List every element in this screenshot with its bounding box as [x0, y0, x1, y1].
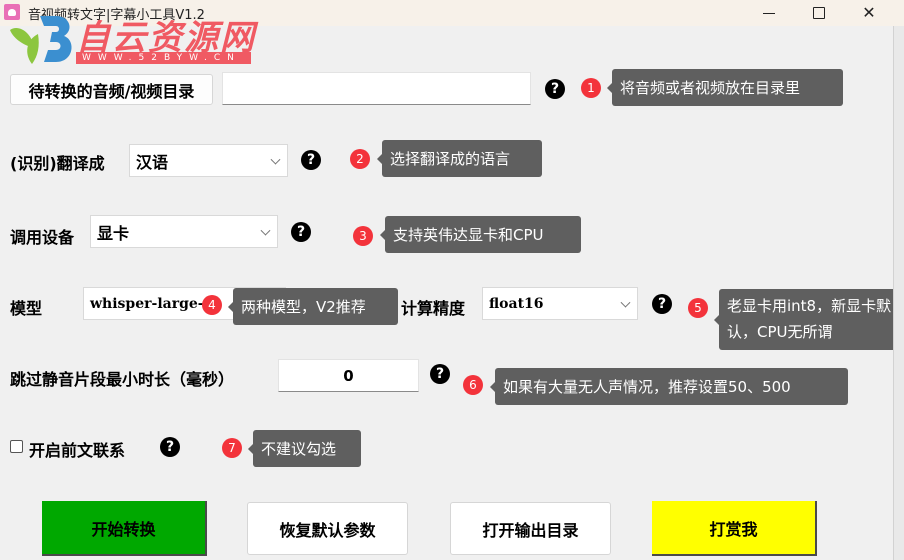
minimize-icon [763, 12, 775, 14]
select-directory-button[interactable]: 待转换的音频/视频目录 [10, 74, 213, 105]
chevron-down-icon [260, 225, 271, 236]
chevron-down-icon [620, 297, 631, 308]
device-value: 显卡 [97, 223, 130, 243]
watermark-logo-icon [10, 16, 72, 64]
annotation-badge-5: 5 [688, 298, 708, 318]
maximize-icon [813, 7, 825, 19]
watermark-url: WWW.52BYW.CN [76, 52, 251, 64]
annotation-badge-3: 3 [353, 226, 373, 246]
translate-language-value: 汉语 [136, 152, 169, 172]
start-convert-button[interactable]: 开始转换 [42, 501, 207, 556]
context-checkbox[interactable] [10, 440, 23, 453]
context-label[interactable]: 开启前文联系 [29, 437, 125, 461]
help-icon-context[interactable]: ? [160, 437, 180, 457]
translate-language-select[interactable]: 汉语 [129, 144, 288, 177]
reset-defaults-button[interactable]: 恢复默认参数 [247, 502, 408, 555]
chevron-down-icon [270, 154, 281, 165]
annotation-tooltip-4: 两种模型，V2推荐 [233, 288, 398, 325]
translate-label: (识别)翻译成 [10, 154, 105, 173]
maximize-button[interactable] [796, 0, 842, 26]
annotation-tooltip-1: 将音频或者视频放在目录里 [612, 69, 843, 106]
annotation-badge-6: 6 [463, 375, 483, 395]
model-label: 模型 [10, 299, 43, 318]
annotation-tooltip-5: 老显卡用int8，新显卡默认，CPU无所谓 [719, 289, 902, 350]
help-icon-translate[interactable]: ? [301, 150, 321, 170]
annotation-tooltip-6: 如果有大量无人声情况，推荐设置50、500 [495, 368, 848, 405]
window-edge [893, 26, 904, 560]
device-select[interactable]: 显卡 [90, 215, 278, 248]
annotation-badge-4: 4 [202, 295, 222, 315]
annotation-badge-7: 7 [222, 438, 242, 458]
close-button[interactable]: ✕ [846, 0, 892, 26]
donate-button[interactable]: 打赏我 [652, 501, 817, 556]
help-icon-precision[interactable]: ? [652, 294, 672, 314]
silence-duration-label: 跳过静音片段最小时长（毫秒） [10, 370, 235, 389]
open-output-dir-button[interactable]: 打开输出目录 [450, 502, 611, 555]
annotation-tooltip-3: 支持英伟达显卡和CPU [385, 216, 581, 253]
annotation-tooltip-2: 选择翻译成的语言 [382, 140, 542, 177]
annotation-badge-2: 2 [350, 149, 370, 169]
silence-duration-input[interactable] [278, 359, 419, 392]
directory-input[interactable] [222, 72, 531, 105]
precision-select[interactable]: float16 [482, 287, 638, 320]
help-icon-device[interactable]: ? [291, 222, 311, 242]
close-icon: ✕ [862, 3, 876, 22]
precision-value: float16 [489, 295, 544, 312]
annotation-badge-1: 1 [581, 78, 601, 98]
annotation-tooltip-7: 不建议勾选 [253, 430, 361, 467]
minimize-button[interactable] [746, 0, 792, 26]
device-label: 调用设备 [10, 228, 75, 247]
help-icon-silence[interactable]: ? [430, 364, 450, 384]
help-icon-directory[interactable]: ? [545, 79, 565, 99]
precision-label: 计算精度 [401, 299, 466, 318]
